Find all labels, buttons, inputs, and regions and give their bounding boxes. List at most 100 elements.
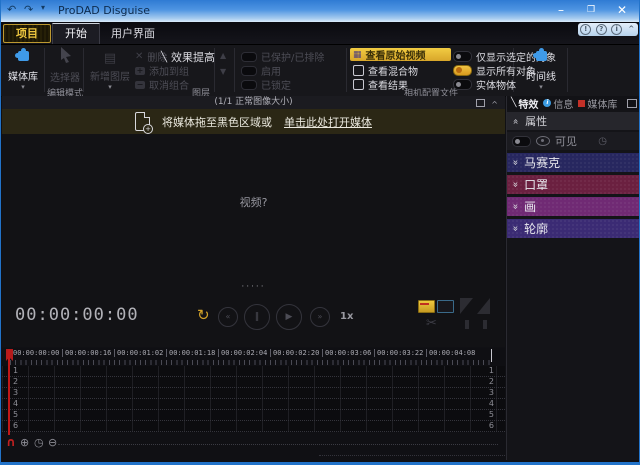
enabled-label: 启用 <box>261 63 281 78</box>
drop-hint-text: 将媒体拖至黑色区域或 <box>162 114 272 130</box>
time-zoom-icon[interactable]: ◷ <box>34 436 44 449</box>
clip-in-marker-icon[interactable] <box>418 300 435 313</box>
chevron-down-icon: » <box>510 159 521 165</box>
properties-label: 属性 <box>525 113 547 129</box>
ruler-tick: 00:00:03:22 <box>374 349 426 357</box>
section-label: 马赛克 <box>524 154 560 171</box>
pin-icon[interactable]: ! <box>580 24 591 35</box>
section-mosaic[interactable]: » 马赛克 <box>507 153 640 172</box>
detach-window-icon[interactable] <box>476 99 485 107</box>
eye-icon <box>536 136 550 146</box>
ruler-tick: 00:00:02:20 <box>270 349 322 357</box>
loop-playback-icon[interactable]: ↺ <box>197 306 210 324</box>
tab-home-active[interactable]: 开始 <box>52 23 100 44</box>
section-paint[interactable]: » 画 <box>507 197 640 216</box>
redo-icon[interactable]: ↷ <box>24 3 33 16</box>
ribbon: 媒体库 ▾ 选择器 编辑模式 ▤ 新增图层 ▾ ✕ 删除 + 添加到组 − 取消… <box>1 44 640 97</box>
checkbox-pill-icon <box>241 52 257 62</box>
timeline-button[interactable]: 时间线 ▾ <box>517 47 565 91</box>
keyframe-clock-icon[interactable]: ◷ <box>598 136 607 147</box>
zoom-out-icon[interactable]: ⊖ <box>48 436 57 449</box>
locked-checkbox[interactable]: 已锁定 <box>241 77 291 92</box>
playhead-line[interactable] <box>8 349 10 435</box>
panel-tab-effects[interactable]: ╲ 特效 <box>511 96 538 111</box>
move-down-icon[interactable]: ▼ <box>220 67 226 76</box>
track-number: 5 <box>13 410 18 420</box>
previous-frame-button[interactable]: « <box>218 307 238 327</box>
info-icon[interactable]: i <box>611 24 622 35</box>
snap-magnet-icon[interactable]: ∩ <box>6 435 16 449</box>
minimize-button[interactable]: – <box>546 2 576 18</box>
checkbox-pill-icon <box>241 66 257 76</box>
effect-boost-button[interactable]: ╲ 效果提高 <box>161 49 215 65</box>
section-mask[interactable]: » 口罩 <box>507 175 640 194</box>
checkbox-icon <box>353 65 364 76</box>
add-to-group-button[interactable]: + 添加到组 <box>135 63 189 78</box>
effects-tab-label: 特效 <box>518 96 538 111</box>
window-title: ProDAD Disguise <box>58 4 150 17</box>
divider-dots[interactable]: ····· <box>2 282 505 292</box>
ruler-tick: 00:00:02:04 <box>218 349 270 357</box>
locked-label: 已锁定 <box>261 77 291 92</box>
track-row[interactable]: 3 3 <box>2 388 505 399</box>
preview-canvas[interactable]: 视频? ····· <box>2 134 505 294</box>
open-media-link[interactable]: 单击此处打开媒体 <box>284 114 372 130</box>
properties-header[interactable]: » 属性 <box>507 112 640 130</box>
maximize-button[interactable]: ❒ <box>576 2 606 18</box>
play-button[interactable]: ▶ <box>276 304 302 330</box>
cursor-icon <box>58 47 73 63</box>
view-original-label: 查看原始视频 <box>366 47 426 62</box>
tab-project[interactable]: 项目 <box>3 24 51 43</box>
zoom-in-icon[interactable]: ⊕ <box>20 436 29 449</box>
help-icon[interactable]: ? <box>596 24 607 35</box>
effect-boost-label: 效果提高 <box>171 49 215 65</box>
track-number: 2 <box>13 377 18 387</box>
chevron-down-icon: » <box>510 203 521 209</box>
track-row[interactable]: 5 5 <box>2 410 505 421</box>
collapse-ribbon-icon[interactable]: ^ <box>627 25 636 34</box>
selector-button[interactable]: 选择器 <box>46 47 84 84</box>
undo-icon[interactable]: ↶ <box>7 3 16 16</box>
group-separator <box>234 48 235 92</box>
add-icon: + <box>135 67 145 75</box>
timeline-ruler[interactable]: 00:00:00:00 00:00:00:16 00:00:01:02 00:0… <box>2 348 505 366</box>
ruler-tick: 00:00:00:16 <box>62 349 114 357</box>
media-library-button[interactable]: 媒体库 ▾ <box>3 47 43 91</box>
quick-access-caret-icon[interactable]: ▾ <box>41 3 45 12</box>
add-layer-label: 新增图层 <box>86 68 134 83</box>
pause-button[interactable]: ‖ <box>244 304 270 330</box>
section-outline[interactable]: » 轮廓 <box>507 219 640 238</box>
trim-left-icon[interactable] <box>460 298 473 314</box>
split-clip-icon[interactable]: ✂ <box>426 316 437 331</box>
playback-speed-label[interactable]: 1x <box>340 311 353 322</box>
section-label: 画 <box>524 198 536 215</box>
section-label: 口罩 <box>524 176 548 193</box>
panel-tab-info[interactable]: i 信息 <box>543 96 573 111</box>
group-separator <box>567 48 568 92</box>
visible-toggle[interactable] <box>512 136 531 147</box>
protected-label: 已保护/已排除 <box>261 49 324 64</box>
move-up-icon[interactable]: ▲ <box>220 51 226 60</box>
clip-out-marker-icon[interactable] <box>437 300 454 313</box>
view-original-button[interactable]: ▦ 查看原始视频 <box>350 48 451 61</box>
track-row[interactable]: 1 1 <box>2 366 505 377</box>
chevron-down-icon: » <box>510 225 521 231</box>
trim-right-icon[interactable] <box>477 298 490 314</box>
detach-panel-icon[interactable] <box>627 99 637 108</box>
track-row[interactable]: 6 6 <box>2 421 505 432</box>
protected-checkbox[interactable]: 已保护/已排除 <box>241 49 324 64</box>
panel-tab-media[interactable]: 媒体库 <box>578 96 617 111</box>
info-icon: i <box>543 99 551 107</box>
enabled-checkbox[interactable]: 启用 <box>241 63 281 78</box>
drop-media-bar[interactable]: 将媒体拖至黑色区域或 单击此处打开媒体 <box>2 109 505 134</box>
track-row[interactable]: 4 4 <box>2 399 505 410</box>
timeline-tracks[interactable]: 1 1 2 2 3 3 4 4 5 5 6 6 <box>2 366 505 432</box>
track-row[interactable]: 2 2 <box>2 377 505 388</box>
tab-user-interface[interactable]: 用户界面 <box>101 25 165 42</box>
add-layer-button[interactable]: ▤ 新增图层 ▾ <box>86 47 134 91</box>
close-button[interactable]: ✕ <box>607 2 637 18</box>
ruler-labels: 00:00:00:00 00:00:00:16 00:00:01:02 00:0… <box>10 349 478 357</box>
timecode-display: 00:00:00:00 <box>15 305 139 325</box>
next-frame-button[interactable]: » <box>310 307 330 327</box>
view-blend-checkbox[interactable]: 查看混合物 <box>353 63 418 78</box>
